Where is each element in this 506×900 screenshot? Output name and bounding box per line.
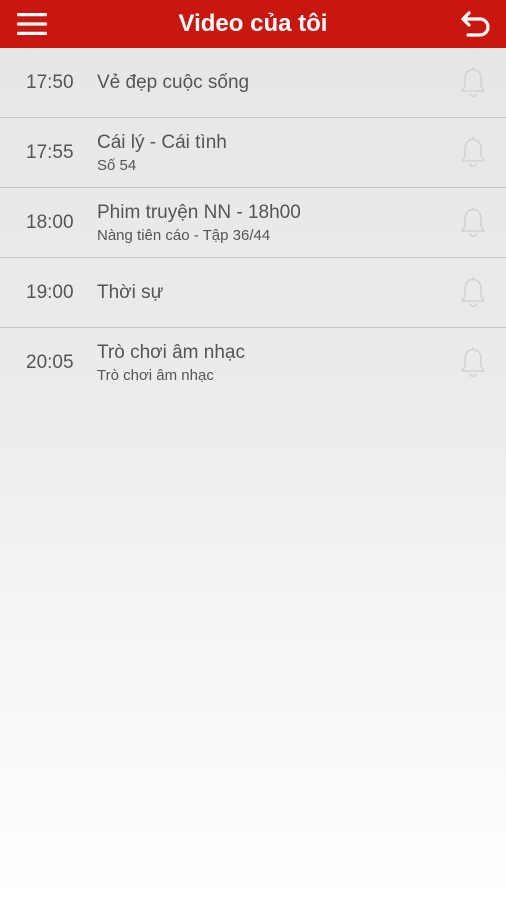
page-title: Video của tôi (178, 10, 328, 37)
program-title: Vẻ đẹp cuộc sống (97, 72, 250, 93)
schedule-list: 17:50 Vẻ đẹp cuộc sống 17:55 Cái lý - Cá… (0, 48, 506, 398)
program-info: Trò chơi âm nhạc Trò chơi âm nhạc (97, 328, 245, 398)
schedule-row[interactable]: 17:55 Cái lý - Cái tình Số 54 (0, 118, 506, 188)
back-button[interactable] (454, 6, 498, 42)
program-title: Thời sự (97, 282, 164, 303)
program-time: 18:00 (26, 212, 74, 233)
program-subtitle: Số 54 (97, 156, 137, 174)
program-title: Phim truyện NN - 18h00 (97, 201, 301, 223)
program-info: Phim truyện NN - 18h00 Nàng tiên cáo - T… (97, 188, 301, 258)
program-info: Thời sự (97, 258, 163, 328)
program-time: 17:55 (26, 142, 74, 163)
program-time: 20:05 (26, 352, 74, 373)
program-title: Cái lý - Cái tình (97, 131, 227, 153)
program-title: Trò chơi âm nhạc (97, 341, 245, 363)
schedule-row[interactable]: 20:05 Trò chơi âm nhạc Trò chơi âm nhạc (0, 328, 506, 398)
schedule-row[interactable]: 19:00 Thời sự (0, 258, 506, 328)
schedule-row[interactable]: 17:50 Vẻ đẹp cuộc sống (0, 48, 506, 118)
bell-icon[interactable] (458, 206, 488, 240)
program-info: Vẻ đẹp cuộc sống (97, 48, 249, 118)
schedule-row[interactable]: 18:00 Phim truyện NN - 18h00 Nàng tiên c… (0, 188, 506, 258)
bell-icon[interactable] (458, 276, 488, 310)
bell-icon[interactable] (458, 136, 488, 170)
back-arrow-icon (461, 11, 490, 37)
top-bar: Video của tôi (0, 0, 506, 48)
program-info: Cái lý - Cái tình Số 54 (97, 118, 227, 188)
bell-icon[interactable] (458, 346, 488, 380)
bell-icon[interactable] (458, 66, 488, 100)
program-subtitle: Trò chơi âm nhạc (97, 366, 214, 384)
program-time: 19:00 (26, 282, 74, 303)
program-subtitle: Nàng tiên cáo - Tập 36/44 (97, 226, 271, 244)
program-time: 17:50 (26, 72, 74, 93)
